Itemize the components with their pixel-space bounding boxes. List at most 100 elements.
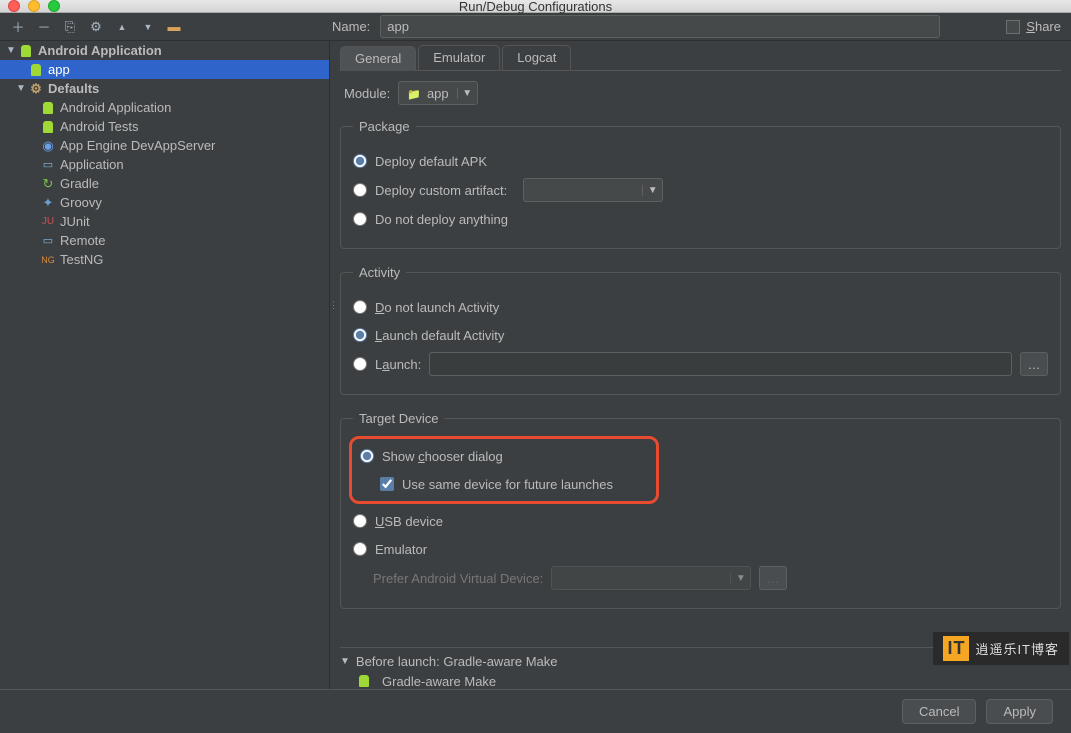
expand-arrow-icon[interactable]: ▼ xyxy=(340,656,350,667)
before-launch-item[interactable]: Gradle-aware Make xyxy=(340,669,1061,689)
application-icon: ▭ xyxy=(40,157,56,173)
share-label: SSharehare xyxy=(1026,19,1061,34)
content-panel: General Emulator Logcat Module: app ▼ Pa… xyxy=(330,41,1071,689)
launch-activity-label: Launch: xyxy=(375,357,421,372)
package-legend: Package xyxy=(353,119,416,134)
tree-default-junit[interactable]: JUJUnit xyxy=(0,212,329,231)
do-not-deploy-label: Do not deploy anything xyxy=(375,212,508,227)
usb-device-radio[interactable] xyxy=(353,514,367,528)
body: ＋ － ⎘ ⚙ ▲ ▼ ▬ Name: SSharehare ▼ Android… xyxy=(0,13,1071,733)
move-up-icon[interactable]: ▲ xyxy=(114,19,130,35)
config-tree: ▼ Android Application app ▼ Defaults And… xyxy=(0,41,330,689)
gear-icon xyxy=(28,81,44,97)
tab-logcat[interactable]: Logcat xyxy=(502,45,571,70)
browse-avd-button: … xyxy=(759,566,787,590)
activity-group: Activity Do not launch Activity Launch d… xyxy=(340,265,1061,395)
show-chooser-dialog-radio[interactable] xyxy=(360,449,374,463)
tree-default-gradle[interactable]: ↻Gradle xyxy=(0,174,329,193)
module-folder-icon xyxy=(407,86,421,101)
settings-icon[interactable]: ⚙ xyxy=(88,19,104,35)
main-split: ▼ Android Application app ▼ Defaults And… xyxy=(0,41,1071,689)
launch-activity-input[interactable] xyxy=(429,352,1012,376)
android-icon xyxy=(18,43,34,59)
split-handle[interactable]: ⋮ xyxy=(330,300,337,311)
android-icon xyxy=(356,673,372,689)
apply-button[interactable]: Apply xyxy=(986,699,1053,724)
activity-legend: Activity xyxy=(353,265,406,280)
remove-config-icon[interactable]: － xyxy=(36,19,52,35)
cancel-button[interactable]: Cancel xyxy=(902,699,976,724)
do-not-deploy-radio[interactable] xyxy=(353,212,367,226)
prefer-avd-combo: ▼ xyxy=(551,566,751,590)
tree-default-testng[interactable]: NGTestNG xyxy=(0,250,329,269)
titlebar: Run/Debug Configurations xyxy=(0,0,1071,13)
browse-activity-button[interactable]: … xyxy=(1020,352,1048,376)
name-input[interactable] xyxy=(380,15,940,38)
tab-emulator[interactable]: Emulator xyxy=(418,45,500,70)
chevron-down-icon: ▼ xyxy=(730,573,750,584)
do-not-launch-activity-radio[interactable] xyxy=(353,300,367,314)
remote-icon: ▭ xyxy=(40,233,56,249)
expand-arrow-icon[interactable]: ▼ xyxy=(14,83,28,94)
show-chooser-dialog-label: Show chooser dialog xyxy=(382,449,503,464)
tree-android-application[interactable]: ▼ Android Application xyxy=(0,41,329,60)
name-row: Name: xyxy=(332,15,996,38)
junit-icon: JU xyxy=(40,214,56,230)
tabs: General Emulator Logcat xyxy=(340,45,1061,71)
target-device-legend: Target Device xyxy=(353,411,444,426)
watermark-text: 逍遥乐IT博客 xyxy=(975,639,1059,658)
deploy-default-apk-radio[interactable] xyxy=(353,154,367,168)
gradle-icon: ↻ xyxy=(40,176,56,192)
use-same-device-label: Use same device for future launches xyxy=(402,477,613,492)
chevron-down-icon[interactable]: ▼ xyxy=(457,88,477,99)
use-same-device-checkbox[interactable] xyxy=(380,477,394,491)
do-not-launch-activity-label: Do not launch Activity xyxy=(375,300,499,315)
module-row: Module: app ▼ xyxy=(340,71,1061,115)
testng-icon: NG xyxy=(40,252,56,268)
target-device-group: Target Device Show chooser dialog Use sa… xyxy=(340,411,1061,609)
tree-item-app[interactable]: app xyxy=(0,60,329,79)
launch-default-activity-radio[interactable] xyxy=(353,328,367,342)
watermark-badge: IT xyxy=(943,636,969,661)
tree-default-appengine[interactable]: ◉App Engine DevAppServer xyxy=(0,136,329,155)
chevron-down-icon[interactable]: ▼ xyxy=(642,185,662,196)
deploy-default-apk-label: Deploy default APK xyxy=(375,154,487,169)
module-label: Module: xyxy=(344,86,390,101)
tree-defaults[interactable]: ▼ Defaults xyxy=(0,79,329,98)
launch-activity-radio[interactable] xyxy=(353,357,367,371)
tree-default-application[interactable]: ▭Application xyxy=(0,155,329,174)
android-icon xyxy=(40,119,56,135)
window-title: Run/Debug Configurations xyxy=(0,0,1071,14)
add-config-icon[interactable]: ＋ xyxy=(10,19,26,35)
tree-default-android-app[interactable]: Android Application xyxy=(0,98,329,117)
folder-icon[interactable]: ▬ xyxy=(166,19,182,35)
appengine-icon: ◉ xyxy=(40,138,56,154)
footer: Cancel Apply xyxy=(0,689,1071,733)
package-group: Package Deploy default APK Deploy custom… xyxy=(340,119,1061,249)
share-checkbox[interactable] xyxy=(1006,20,1020,34)
name-label: Name: xyxy=(332,19,370,34)
run-debug-config-window: Run/Debug Configurations ＋ － ⎘ ⚙ ▲ ▼ ▬ N… xyxy=(0,0,1071,679)
tree-default-remote[interactable]: ▭Remote xyxy=(0,231,329,250)
prefer-avd-label: Prefer Android Virtual Device: xyxy=(373,571,543,586)
expand-arrow-icon[interactable]: ▼ xyxy=(4,45,18,56)
highlight-annotation: Show chooser dialog Use same device for … xyxy=(349,436,659,504)
android-icon xyxy=(40,100,56,116)
custom-artifact-combo[interactable]: ▼ xyxy=(523,178,663,202)
launch-default-activity-label: Launch default Activity xyxy=(375,328,504,343)
deploy-custom-artifact-radio[interactable] xyxy=(353,183,367,197)
emulator-radio[interactable] xyxy=(353,542,367,556)
share-box: SSharehare xyxy=(1006,19,1061,34)
groovy-icon: ✦ xyxy=(40,195,56,211)
tree-default-groovy[interactable]: ✦Groovy xyxy=(0,193,329,212)
usb-device-label: USB device xyxy=(375,514,443,529)
toolbar: ＋ － ⎘ ⚙ ▲ ▼ ▬ Name: SSharehare xyxy=(0,13,1071,41)
emulator-label: Emulator xyxy=(375,542,427,557)
copy-config-icon[interactable]: ⎘ xyxy=(62,19,78,35)
deploy-custom-artifact-label: Deploy custom artifact: xyxy=(375,183,507,198)
tree-default-android-tests[interactable]: Android Tests xyxy=(0,117,329,136)
move-down-icon[interactable]: ▼ xyxy=(140,19,156,35)
watermark: IT 逍遥乐IT博客 xyxy=(933,632,1069,665)
tab-general[interactable]: General xyxy=(340,46,416,71)
module-combo[interactable]: app ▼ xyxy=(398,81,477,105)
